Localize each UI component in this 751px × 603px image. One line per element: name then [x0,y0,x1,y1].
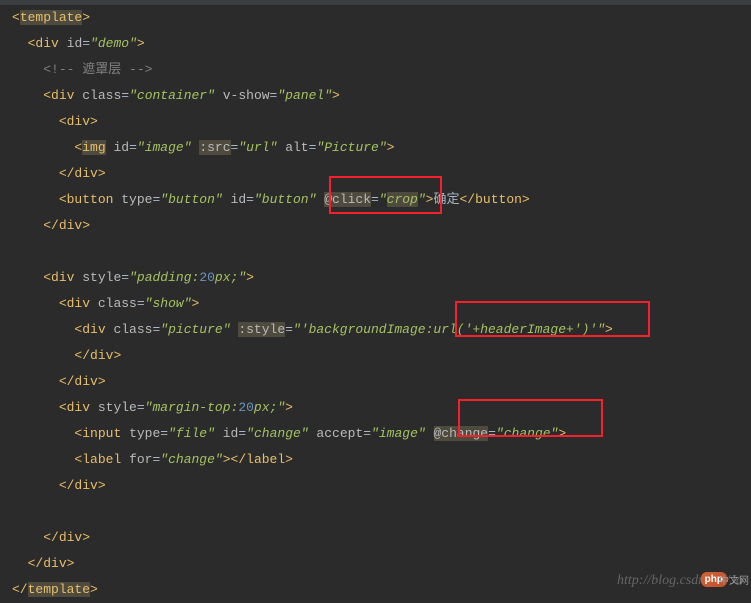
attr-value-bgimage: 'backgroundImage:url('+headerImage+')' [301,322,597,337]
code-line[interactable]: </div> [0,213,751,239]
code-line[interactable]: <input type="file" id="change" accept="i… [0,421,751,447]
cn-badge: 中文网 [719,572,749,587]
code-line[interactable]: <div style="padding:20px;"> [0,265,751,291]
tag-template: template [20,10,82,25]
tag-img: img [82,140,105,155]
comment: <!-- 遮罩层 --> [43,62,152,77]
code-line[interactable]: </div> [0,473,751,499]
code-line[interactable]: <!-- 遮罩层 --> [0,57,751,83]
code-line[interactable]: <div style="margin-top:20px;"> [0,395,751,421]
attr-value-crop: crop [387,192,418,207]
code-line[interactable]: <button type="button" id="button" @click… [0,187,751,213]
tag-div: div [51,88,74,103]
code-line[interactable]: </div> [0,161,751,187]
tag-bracket: < [12,10,20,25]
code-line[interactable]: <div> [0,109,751,135]
code-line[interactable]: <label for="change"></label> [0,447,751,473]
text-content: 确定 [433,192,459,207]
attr-style: :style [238,322,285,337]
code-line[interactable]: </div> [0,369,751,395]
code-line[interactable]: </div> [0,343,751,369]
tag-bracket: > [82,10,90,25]
attr-src: :src [199,140,230,155]
code-editor[interactable]: <template> <div id="demo"> <!-- 遮罩层 --> … [0,0,751,603]
code-line[interactable]: </div> [0,525,751,551]
tag-div: div [35,36,58,51]
tag-label: label [82,452,121,467]
attr-id: id [67,36,83,51]
code-line[interactable]: <div class="show"> [0,291,751,317]
tag-button: button [67,192,114,207]
code-line[interactable]: <img id="image" :src="url" alt="Picture"… [0,135,751,161]
attr-value: demo [98,36,129,51]
code-line[interactable]: <div class="picture" :style="'background… [0,317,751,343]
code-line[interactable]: <template> [0,5,751,31]
code-line[interactable]: <div id="demo"> [0,31,751,57]
code-line-empty[interactable] [0,499,751,525]
tag-template: template [28,582,90,597]
tag-input: input [82,426,121,441]
attr-change: @change [434,426,489,441]
code-line-empty[interactable] [0,239,751,265]
attr-click: @click [324,192,371,207]
code-line[interactable]: <div class="container" v-show="panel"> [0,83,751,109]
